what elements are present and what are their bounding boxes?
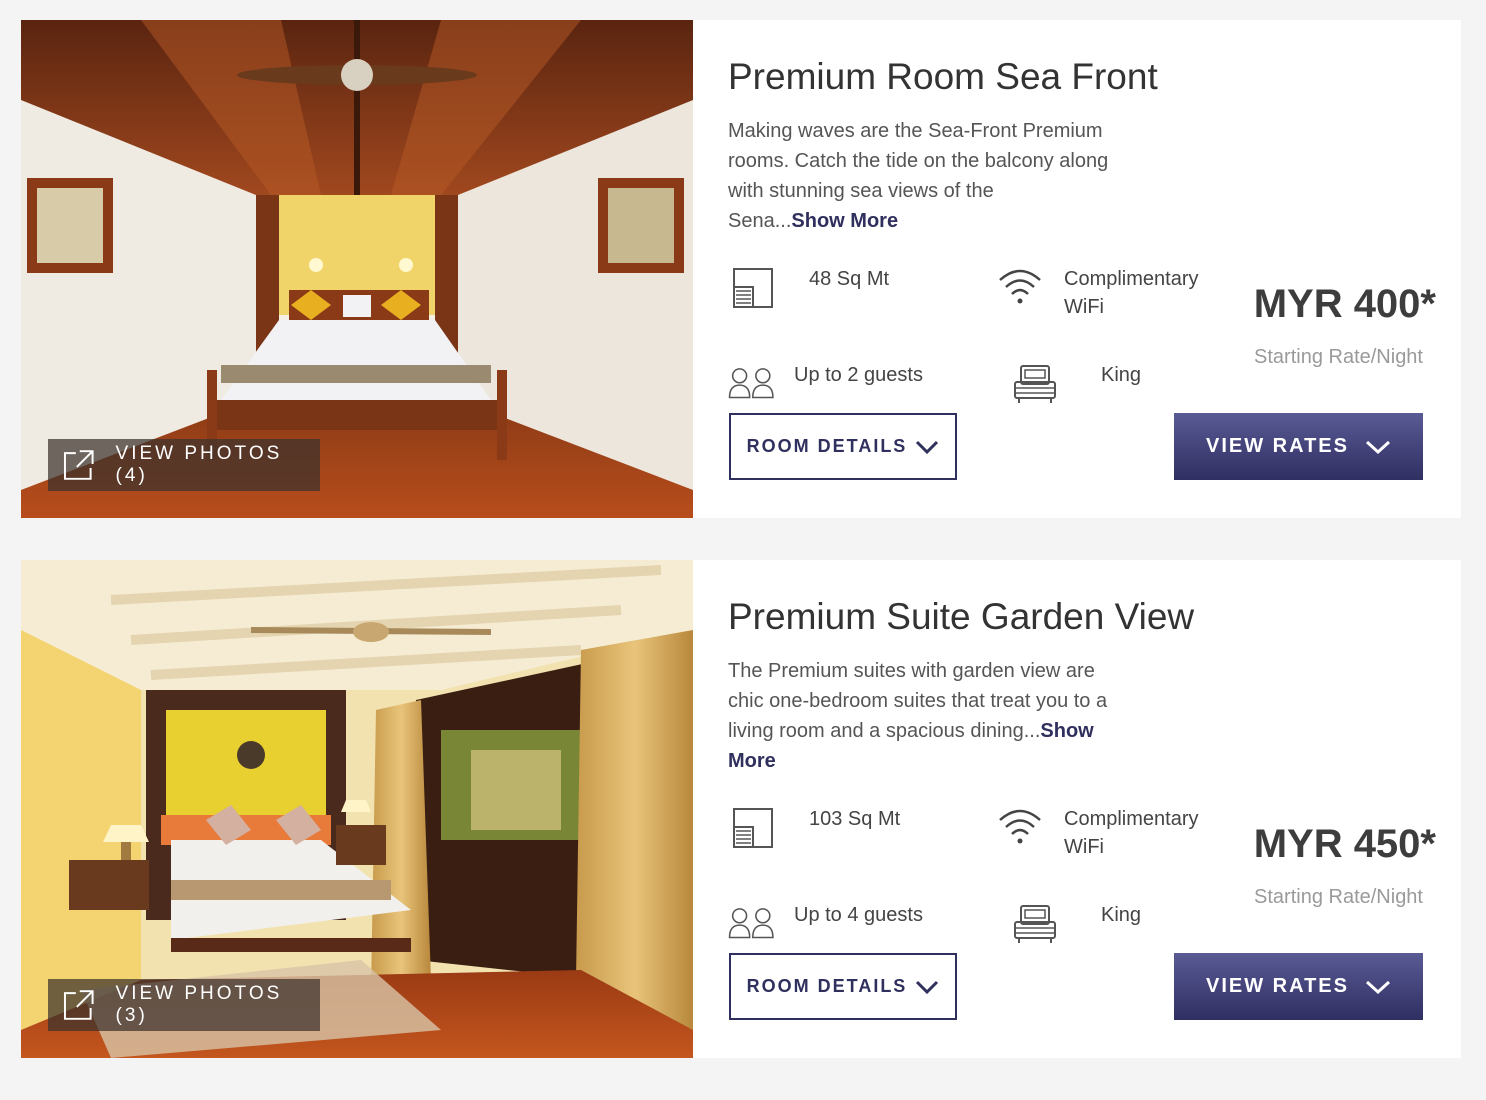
wifi-feature: Complimentary WiFi	[996, 264, 1224, 321]
wifi-feature: Complimentary WiFi	[996, 804, 1224, 861]
room-photo[interactable]: VIEW PHOTOS (4)	[21, 20, 693, 518]
bed-icon	[1014, 365, 1056, 403]
room-card: VIEW PHOTOS (4) Premium Room Sea Front M…	[21, 20, 1461, 518]
rate-caption: Starting Rate/Night	[1254, 886, 1423, 908]
external-link-icon	[63, 450, 94, 480]
room-size-feature: 103 Sq Mt	[731, 803, 900, 851]
floor-plan-icon	[733, 808, 773, 848]
view-rates-button[interactable]: VIEW RATES	[1174, 953, 1423, 1020]
room-size: 103 Sq Mt	[809, 808, 901, 830]
chevron-down-icon	[916, 440, 939, 454]
floor-plan-icon	[733, 268, 773, 308]
guest-capacity: Up to 2 guests	[794, 364, 923, 386]
room-size-feature: 48 Sq Mt	[731, 263, 889, 311]
view-photos-button[interactable]: VIEW PHOTOS (4)	[48, 439, 320, 491]
bed-feature: King	[1011, 900, 1141, 948]
bed-icon	[1014, 905, 1056, 943]
room-photo[interactable]: VIEW PHOTOS (3)	[21, 560, 693, 1058]
rate-caption: Starting Rate/Night	[1254, 346, 1423, 368]
room-price: MYR 400*	[1253, 282, 1436, 326]
wifi-label: Complimentary WiFi	[1064, 268, 1199, 318]
bed-type: King	[1101, 364, 1142, 386]
wifi-label: Complimentary WiFi	[1064, 808, 1199, 858]
room-size: 48 Sq Mt	[809, 268, 890, 290]
room-details-button[interactable]: ROOM DETAILS	[729, 953, 957, 1020]
show-more-link[interactable]: Show More	[791, 210, 898, 232]
wifi-icon	[999, 269, 1041, 304]
chevron-down-icon	[916, 980, 939, 994]
room-details-button[interactable]: ROOM DETAILS	[729, 413, 957, 480]
guests-feature: Up to 2 guests	[728, 358, 923, 406]
room-price: MYR 450*	[1253, 822, 1436, 866]
guests-feature: Up to 4 guests	[728, 898, 923, 946]
bed-feature: King	[1011, 360, 1141, 408]
room-card: VIEW PHOTOS (3) Premium Suite Garden Vie…	[21, 560, 1461, 1058]
view-rates-label: VIEW RATES	[1206, 975, 1349, 997]
guests-icon	[728, 908, 774, 939]
bed-type: King	[1101, 904, 1142, 926]
room-details-label: ROOM DETAILS	[746, 976, 908, 996]
view-rates-button[interactable]: VIEW RATES	[1174, 413, 1423, 480]
room-info: Premium Suite Garden View The Premium su…	[693, 560, 1461, 1058]
room-description: The Premium suites with garden view are …	[728, 656, 1113, 776]
wifi-icon	[999, 809, 1041, 844]
view-photos-label: VIEW PHOTOS (3)	[115, 983, 283, 1026]
room-info: Premium Room Sea Front Making waves are …	[693, 20, 1461, 518]
view-photos-label: VIEW PHOTOS (4)	[115, 443, 283, 486]
guests-icon	[728, 368, 774, 399]
guest-capacity: Up to 4 guests	[794, 904, 923, 926]
room-description-text: Making waves are the Sea-Front Premium r…	[728, 120, 1109, 232]
room-title: Premium Room Sea Front	[728, 56, 1158, 97]
room-description: Making waves are the Sea-Front Premium r…	[728, 116, 1113, 236]
chevron-down-icon	[1365, 980, 1390, 994]
view-photos-button[interactable]: VIEW PHOTOS (3)	[48, 979, 320, 1031]
room-title: Premium Suite Garden View	[728, 596, 1195, 637]
view-rates-label: VIEW RATES	[1206, 435, 1349, 457]
external-link-icon	[63, 990, 94, 1020]
room-details-label: ROOM DETAILS	[746, 436, 908, 456]
chevron-down-icon	[1365, 440, 1390, 454]
